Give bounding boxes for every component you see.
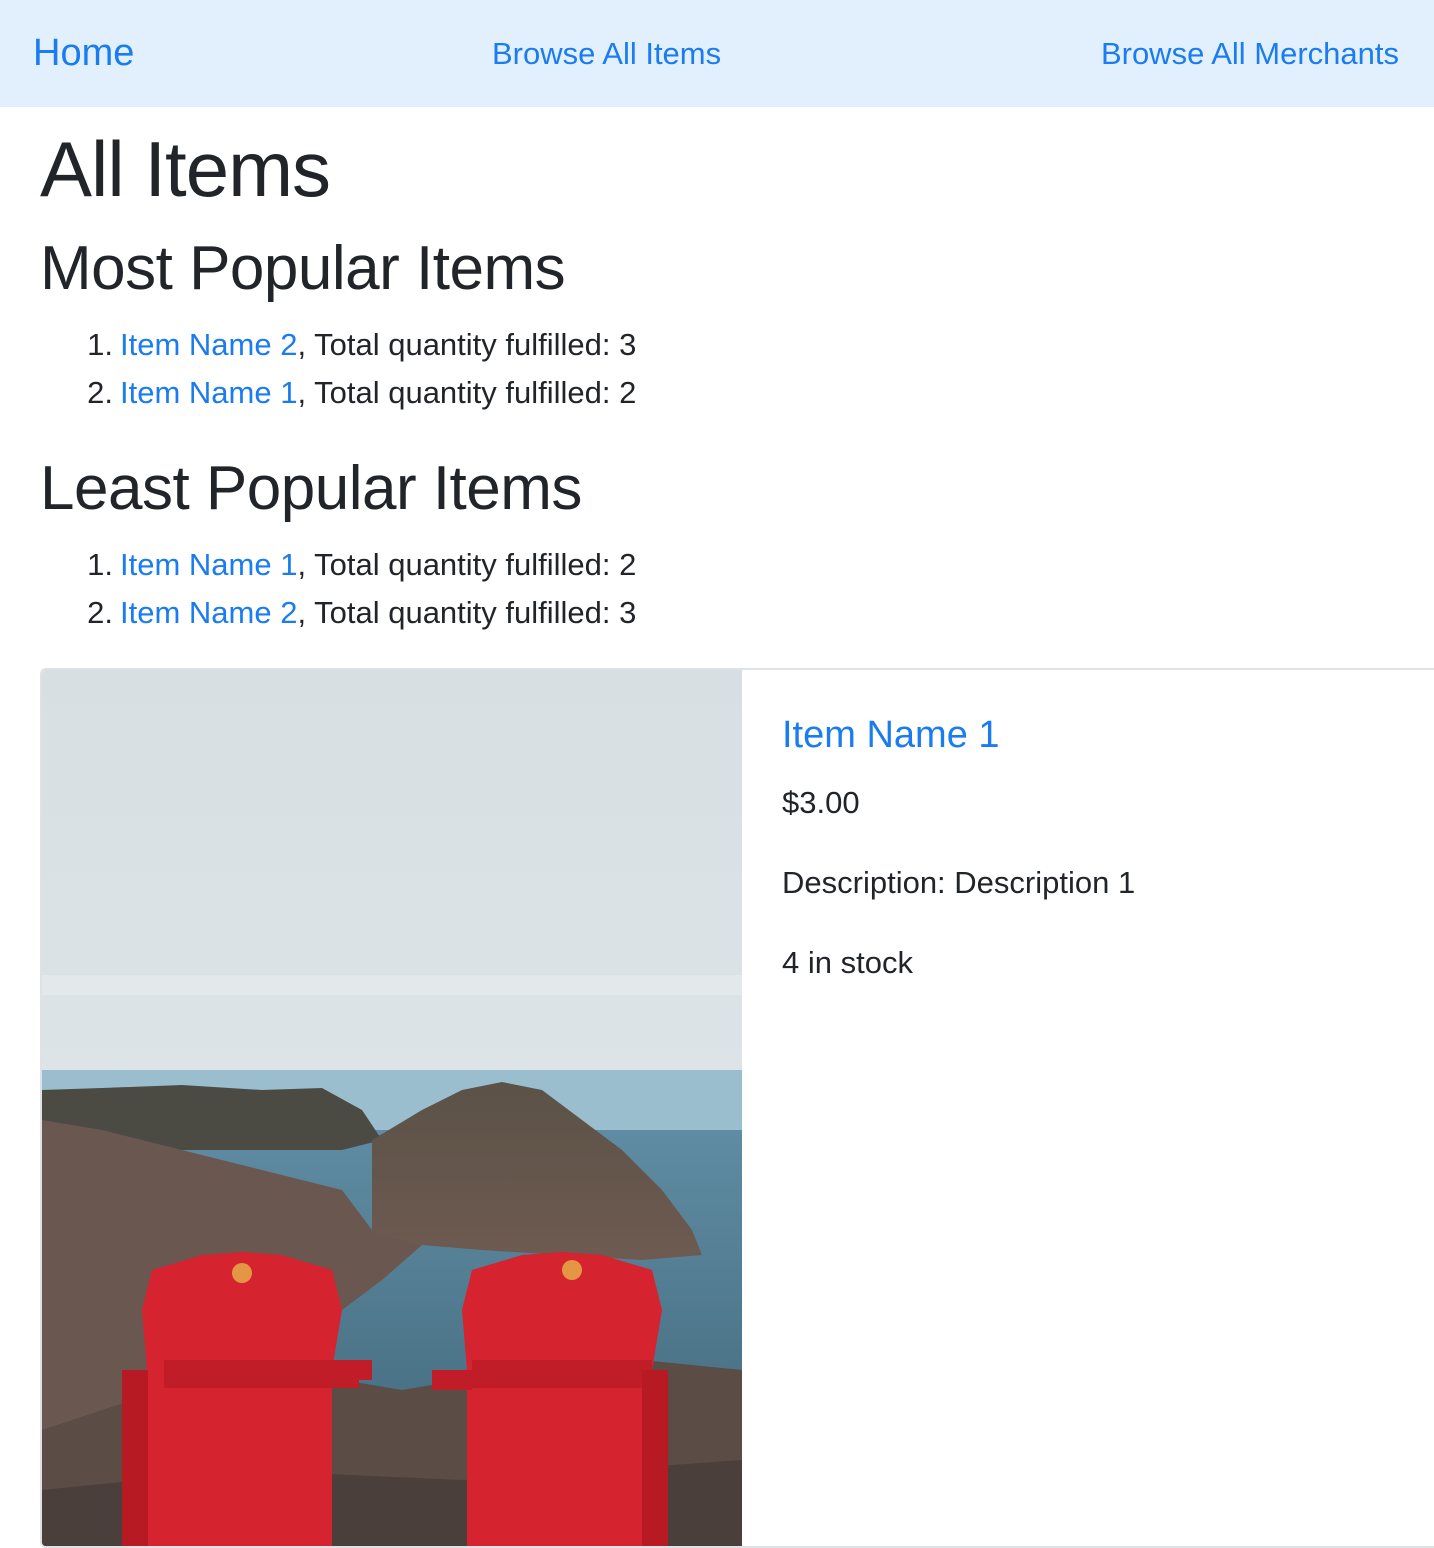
most-popular-title: Most Popular Items [40,234,566,303]
nav-home-link[interactable]: Home [33,30,134,76]
least-popular-title: Least Popular Items [40,454,582,523]
most-popular-list: 1. Item Name 2, Total quantity fulfilled… [0,321,636,417]
list-item: 2. Item Name 2, Total quantity fulfilled… [0,589,636,637]
nav-browse-merchants-link[interactable]: Browse All Merchants [1101,35,1399,73]
item-price: $3.00 [782,785,860,820]
item-link[interactable]: Item Name 2 [120,327,297,362]
list-item: 1. Item Name 1, Total quantity fulfilled… [0,541,636,589]
item-stock: 4 in stock [782,945,913,980]
list-item-number: 1. [87,547,113,582]
list-item-number: 2. [87,595,113,630]
item-description: Description: Description 1 [782,865,1136,900]
list-item: 1. Item Name 2, Total quantity fulfilled… [0,321,636,369]
item-link[interactable]: Item Name 1 [120,375,297,410]
item-card: Item Name 1 $3.00 Description: Descripti… [40,668,1434,1548]
list-item-number: 2. [87,375,113,410]
list-item-detail: , Total quantity fulfilled: 3 [297,327,637,362]
nav-browse-items-link[interactable]: Browse All Items [492,35,721,73]
least-popular-list: 1. Item Name 1, Total quantity fulfilled… [0,541,636,637]
list-item-detail: , Total quantity fulfilled: 3 [297,595,637,630]
list-item-detail: , Total quantity fulfilled: 2 [297,375,637,410]
item-link[interactable]: Item Name 2 [120,595,297,630]
navbar: Home Browse All Items Browse All Merchan… [0,0,1434,107]
page-title: All Items [40,125,331,213]
item-image [42,670,742,1546]
list-item: 2. Item Name 1, Total quantity fulfilled… [0,369,636,417]
item-name-link[interactable]: Item Name 1 [782,710,1135,760]
list-item-detail: , Total quantity fulfilled: 2 [297,547,637,582]
list-item-number: 1. [87,327,113,362]
item-card-body: Item Name 1 $3.00 Description: Descripti… [782,710,1135,982]
item-link[interactable]: Item Name 1 [120,547,297,582]
